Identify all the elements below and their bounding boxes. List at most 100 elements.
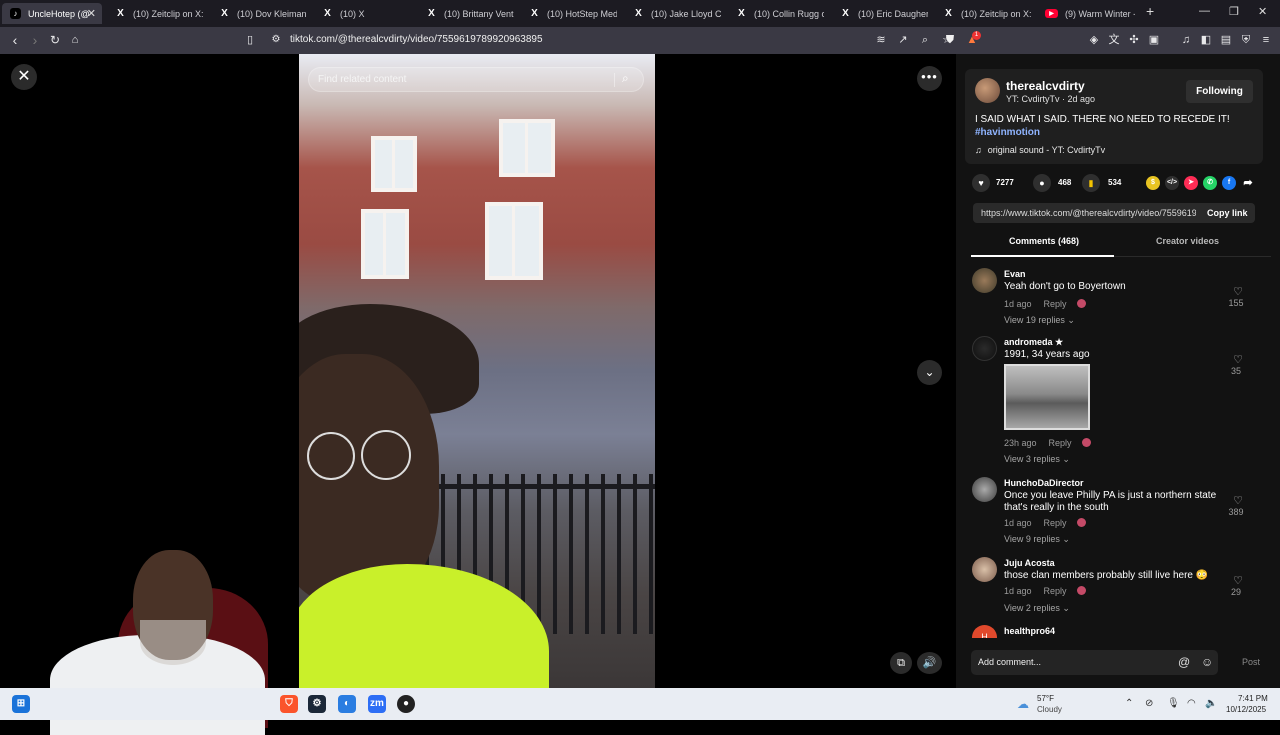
embed-icon[interactable]: </> [1165,176,1179,190]
copy-link-button[interactable]: Copy link [1207,208,1248,218]
zoom-app-icon[interactable]: zm [368,695,386,713]
volume-button[interactable]: 🔊 [917,652,942,674]
close-video-button[interactable]: ✕ [11,64,37,90]
tray-chevron-icon[interactable]: ⌃ [1125,698,1133,709]
extensions-icon[interactable]: ✣ [1127,33,1141,47]
brave-browser-icon[interactable]: ⛉ [280,695,298,713]
brave-shield-icon[interactable]: ⛊ [943,33,957,47]
tab-creator-videos[interactable]: Creator videos [1156,236,1219,246]
comment-like-icon[interactable]: ♡ [1226,353,1250,366]
obs-icon[interactable]: ● [397,695,415,713]
menu-icon[interactable]: ≡ [1259,33,1273,47]
emoji-icon[interactable]: ☺ [1201,655,1213,669]
commenter-name[interactable]: Evan [1004,269,1026,279]
comment-attached-photo[interactable] [1004,364,1090,430]
steam-icon[interactable]: ⚙ [308,695,326,713]
tab-x[interactable]: X (10) Brittany Venti [418,3,518,24]
commenter-avatar[interactable] [972,268,997,293]
more-options-button[interactable]: ••• [917,66,942,91]
coin-icon[interactable]: $ [1146,176,1160,190]
reply-button[interactable]: Reply [1049,438,1072,448]
reply-button[interactable]: Reply [1044,518,1067,528]
commenter-avatar[interactable] [972,557,997,582]
tab-comments[interactable]: Comments (468) [1009,236,1079,246]
forward-icon[interactable]: › [27,32,43,48]
commenter-name[interactable]: Juju Acosta [1004,558,1055,568]
translate-icon[interactable]: 文 [1107,33,1121,47]
tab-x[interactable]: X (10) Jake Lloyd Colg [625,3,725,24]
reply-button[interactable]: Reply [1044,586,1067,596]
view-replies-button[interactable]: View 19 replies ⌄ [1004,315,1075,326]
send-to-friends-icon[interactable]: ➤ [1184,176,1198,190]
home-icon[interactable]: ⌂ [67,32,83,48]
tab-x[interactable]: X (10) X [314,3,414,24]
weather-temperature[interactable]: 57°F [1037,694,1054,703]
zoom-icon[interactable]: ⌕ [918,33,932,47]
reader-mode-icon[interactable]: ≋ [874,33,888,47]
like-heart-icon[interactable]: ♥ [972,174,990,192]
wallet-icon[interactable]: ◈ [1087,33,1101,47]
tab-x[interactable]: X (10) Dov Kleiman on [211,3,311,24]
screenshot-icon[interactable]: ▣ [1147,33,1161,47]
view-replies-button[interactable]: View 2 replies ⌄ [1004,603,1070,614]
wifi-icon[interactable]: ◠ [1187,698,1196,709]
back-icon[interactable]: ‹ [7,32,23,48]
clock-date[interactable]: 10/12/2025 [1226,705,1266,714]
comment-like-icon[interactable]: ♡ [1226,574,1250,587]
tab-x[interactable]: X (10) Collin Rugg on [728,3,828,24]
bookmark-icon[interactable]: ▮ [1082,174,1100,192]
mention-icon[interactable]: @ [1178,655,1190,669]
share-arrow-icon[interactable]: ➦ [1241,176,1255,190]
tab-x[interactable]: X (10) Zeitclip on X: " [107,3,207,24]
clock-time[interactable]: 7:41 PM [1238,694,1268,703]
bookmark-icon[interactable]: ▯ [242,32,258,48]
reply-button[interactable]: Reply [1044,299,1067,309]
view-replies-button[interactable]: View 3 replies ⌄ [1004,454,1070,465]
tab-x[interactable]: X (10) Zeitclip on X: " [935,3,1035,24]
post-comment-button[interactable]: Post [1242,657,1260,667]
picture-in-picture-button[interactable]: ⧉ [890,652,912,674]
next-video-button[interactable]: ⌄ [917,360,942,385]
tab-manager-icon[interactable]: ▤ [1219,33,1233,47]
tab-x[interactable]: X (10) HotStep Media [521,3,621,24]
view-replies-button[interactable]: View 9 replies ⌄ [1004,534,1070,545]
author-avatar[interactable] [975,78,1000,103]
video-player[interactable]: Find related content ⌕ [299,54,655,688]
app-icon[interactable]: ◐ [338,695,356,713]
whatsapp-icon[interactable]: ✆ [1203,176,1217,190]
tray-app-icon[interactable]: ⊘ [1145,698,1153,709]
weather-condition[interactable]: Cloudy [1037,705,1062,714]
vpn-shield-icon[interactable]: ⛨ [1239,33,1253,47]
tab-youtube[interactable]: ▶ (9) Warm Winter - [1037,3,1137,24]
commenter-avatar[interactable] [972,336,997,361]
related-search-bar[interactable]: Find related content ⌕ [308,67,644,92]
commenter-avatar[interactable] [972,477,997,502]
tab-x[interactable]: X (10) Eric Daugherty [832,3,932,24]
commenter-avatar[interactable]: H [972,625,997,638]
media-icon[interactable]: ♫ [1179,33,1193,47]
add-comment-field[interactable]: Add comment... @ ☺ [971,650,1218,675]
minimize-icon[interactable]: — [1199,5,1210,17]
windows-start-icon[interactable]: ⊞ [12,695,30,713]
site-info-icon[interactable]: ⚙ [268,32,284,48]
comment-like-icon[interactable]: ♡ [1226,494,1250,507]
following-button[interactable]: Following [1186,80,1253,103]
url-field[interactable]: tiktok.com/@therealcvdirty/video/7559619… [290,34,543,45]
share-page-icon[interactable]: ↗ [896,33,910,47]
post-link[interactable]: https://www.tiktok.com/@therealcvdirty/v… [981,208,1196,218]
microphone-icon[interactable]: 🎙 [1167,698,1180,709]
new-tab-button[interactable]: + [1146,3,1154,19]
search-icon[interactable]: ⌕ [622,71,629,86]
comment-icon[interactable]: ● [1033,174,1051,192]
author-name[interactable]: therealcvdirty [1006,79,1085,93]
maximize-icon[interactable]: ❐ [1229,5,1239,18]
comment-like-icon[interactable]: ♡ [1226,285,1250,298]
facebook-icon[interactable]: f [1222,176,1236,190]
tab-close-icon[interactable]: ✕ [87,7,96,20]
commenter-name[interactable]: andromeda ★ [1004,337,1063,348]
commenter-name[interactable]: healthpro64 [1004,626,1055,636]
window-close-icon[interactable]: ✕ [1258,5,1267,18]
tab-tiktok[interactable]: ♪ UncleHotep (@ ✕ [2,3,102,24]
hashtag-link[interactable]: #havinmotion [975,127,1040,138]
commenter-name[interactable]: HunchoDaDirector [1004,478,1084,488]
